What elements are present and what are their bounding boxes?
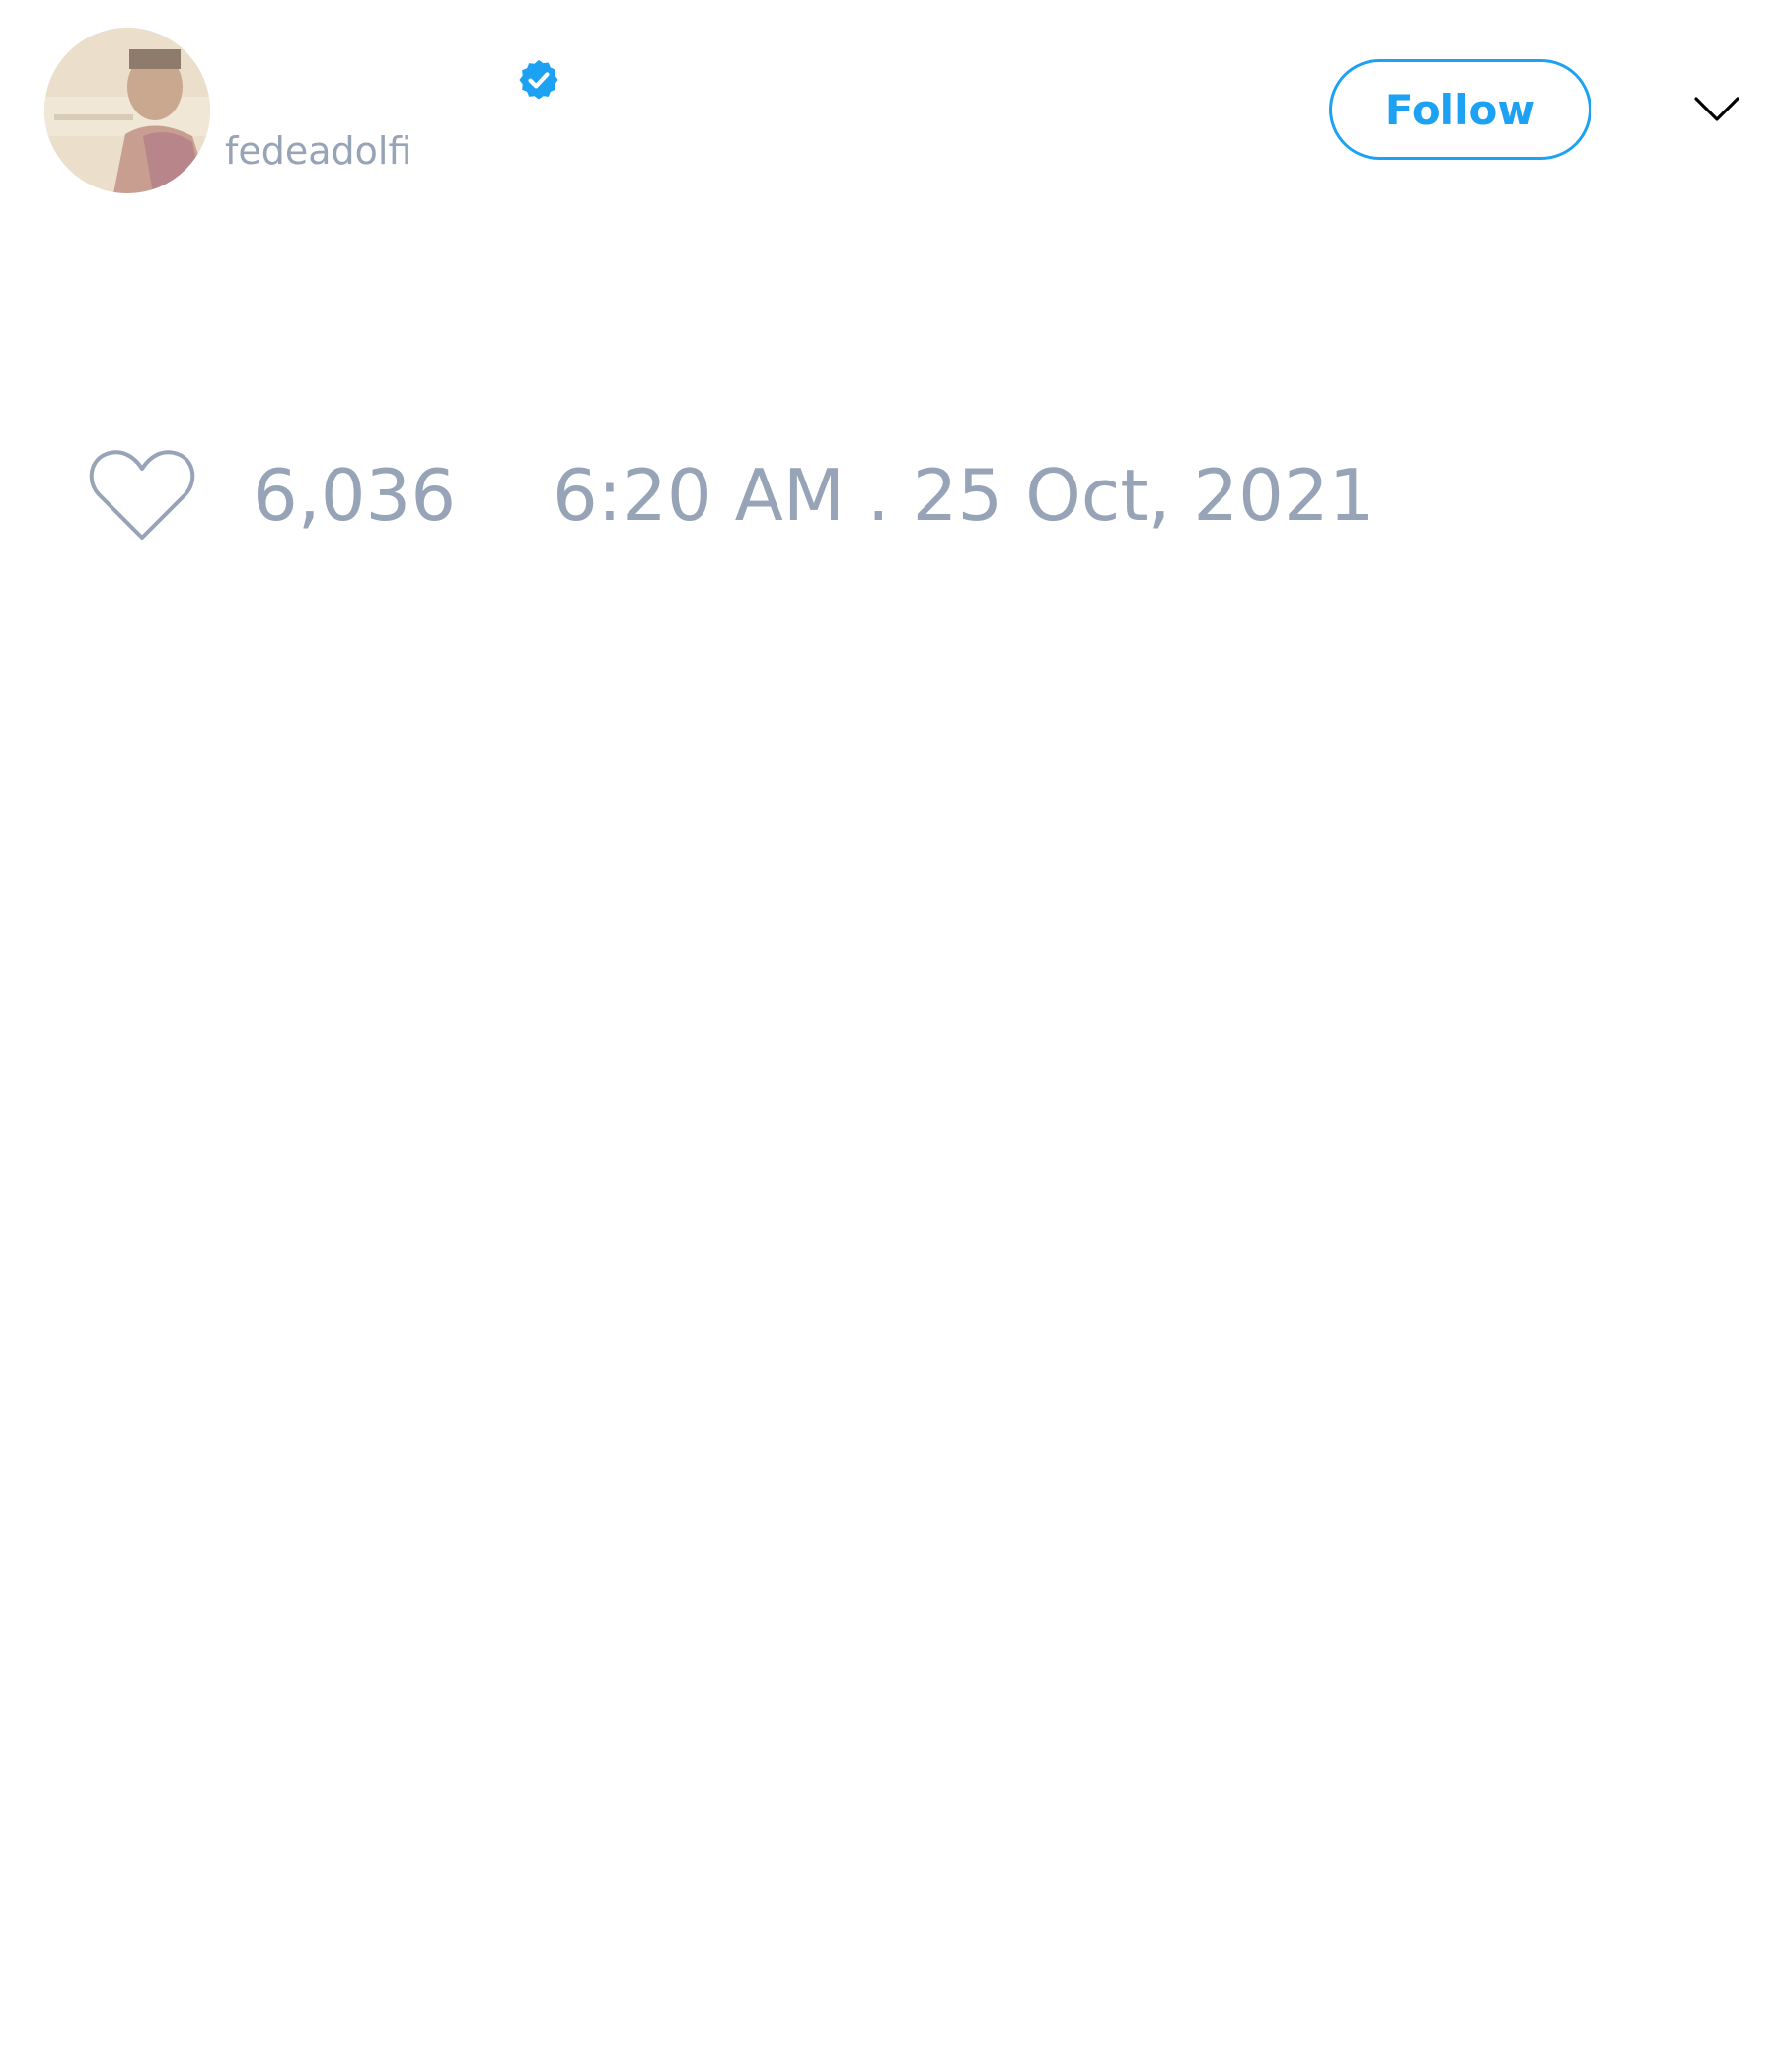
heart-outline-icon[interactable] (89, 448, 195, 543)
follow-button[interactable]: Follow (1329, 59, 1591, 160)
avatar[interactable] (44, 28, 210, 193)
tweet-timestamp[interactable]: 6:20 AM . 25 Oct, 2021 (553, 456, 1374, 535)
chevron-down-icon[interactable] (1693, 95, 1740, 124)
avatar-image (44, 28, 210, 193)
like-count: 6,036 (253, 454, 457, 537)
verified-badge-icon (519, 59, 558, 100)
user-handle[interactable]: fedeadolfi (225, 126, 411, 176)
